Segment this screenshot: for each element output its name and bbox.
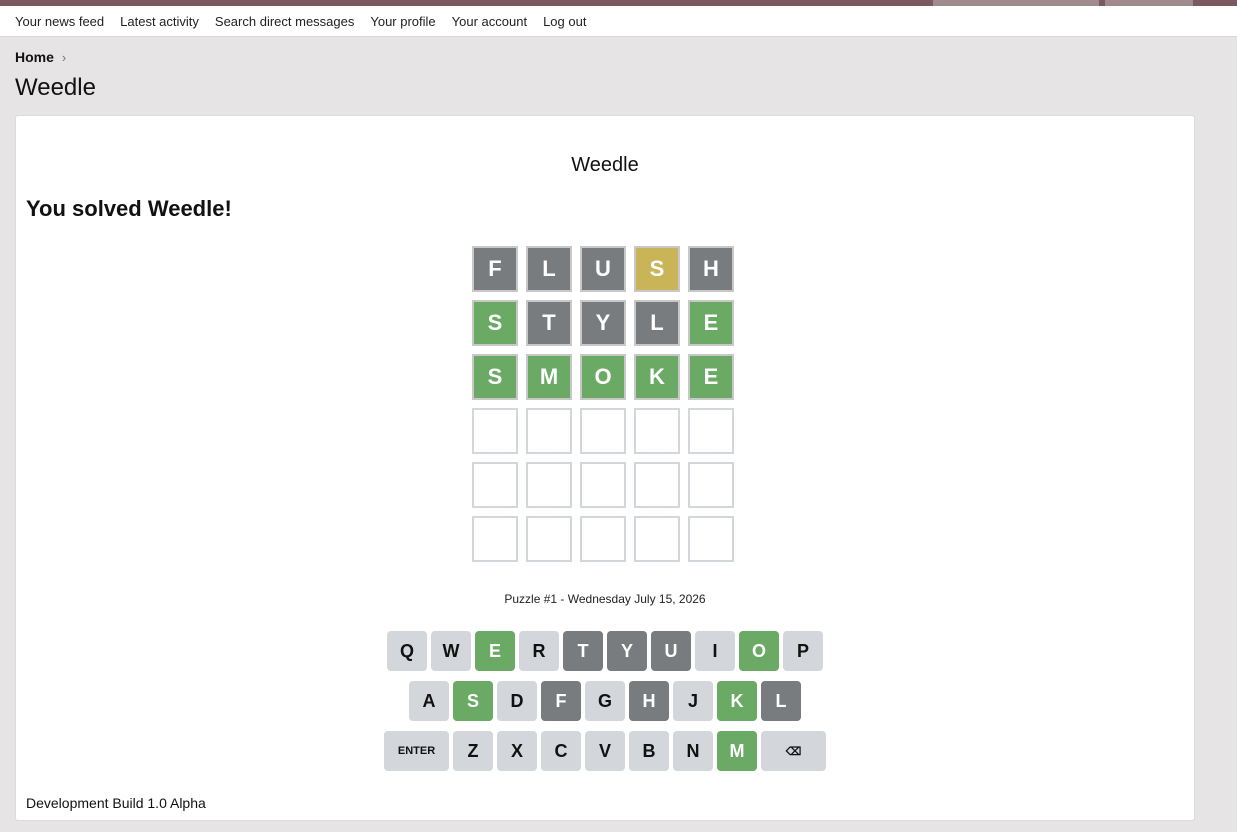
board-tile [526,462,572,508]
top-navigation: Your news feed Latest activity Search di… [0,6,1237,37]
key-x[interactable]: X [497,731,537,771]
board-tile: S [472,354,518,400]
key-m[interactable]: M [717,731,757,771]
board-tile [472,516,518,562]
board-tile [526,516,572,562]
board-tile [580,462,626,508]
board-tile: E [688,354,734,400]
key-v[interactable]: V [585,731,625,771]
breadcrumb: Home › [15,49,66,65]
key-q[interactable]: Q [387,631,427,671]
key-c[interactable]: C [541,731,581,771]
board-tile: S [634,246,680,292]
board-row: STYLE [472,300,742,346]
key-h[interactable]: H [629,681,669,721]
build-label: Development Build 1.0 Alpha [26,795,206,811]
key-y[interactable]: Y [607,631,647,671]
key-o[interactable]: O [739,631,779,671]
key-k[interactable]: K [717,681,757,721]
key-t[interactable]: T [563,631,603,671]
board-row: SMOKE [472,354,742,400]
board-tile: L [526,246,572,292]
game-card: Weedle You solved Weedle! FLUSHSTYLESMOK… [15,115,1195,821]
game-title: Weedle [571,154,639,176]
board-tile [634,462,680,508]
key-a[interactable]: A [409,681,449,721]
key-f[interactable]: F [541,681,581,721]
board-tile: K [634,354,680,400]
board-tile: U [580,246,626,292]
board-tile: M [526,354,572,400]
solved-message: You solved Weedle! [26,196,232,221]
nav-search-direct-messages[interactable]: Search direct messages [215,14,354,29]
key-g[interactable]: G [585,681,625,721]
key-r[interactable]: R [519,631,559,671]
key-z[interactable]: Z [453,731,493,771]
board-row [472,462,742,508]
board-tile [472,462,518,508]
board-tile [472,408,518,454]
key-d[interactable]: D [497,681,537,721]
page-title: Weedle [15,74,96,101]
key-b[interactable]: B [629,731,669,771]
board-tile [526,408,572,454]
key-s[interactable]: S [453,681,493,721]
board-tile: E [688,300,734,346]
nav-latest-activity[interactable]: Latest activity [120,14,199,29]
board-tile [634,408,680,454]
board-row [472,408,742,454]
board-row [472,516,742,562]
nav-your-account[interactable]: Your account [452,14,527,29]
key-i[interactable]: I [695,631,735,671]
on-screen-keyboard: Q W E R T Y U I O P A S D F G H J K L ENTER Z X C V B N M ⌫ [16,631,1194,781]
key-n[interactable]: N [673,731,713,771]
puzzle-label: Puzzle #1 - Wednesday July 15, 2026 [504,592,706,606]
breadcrumb-home[interactable]: Home [15,49,54,65]
board-tile [580,516,626,562]
chevron-right-icon: › [61,49,67,65]
board-tile: L [634,300,680,346]
board-tile [634,516,680,562]
key-e[interactable]: E [475,631,515,671]
board-tile: T [526,300,572,346]
board-tile: H [688,246,734,292]
game-board: FLUSHSTYLESMOKE [472,246,742,570]
nav-log-out[interactable]: Log out [543,14,586,29]
nav-your-profile[interactable]: Your profile [370,14,435,29]
keyboard-row: QWERTYUIOP [16,631,1194,671]
key-u[interactable]: U [651,631,691,671]
board-tile [688,516,734,562]
keyboard-row: ENTER Z X C V B N M ⌫ [16,731,1194,771]
board-row: FLUSH [472,246,742,292]
key-j[interactable]: J [673,681,713,721]
keyboard-row: ASDFGHJKL [16,681,1194,721]
board-tile [688,408,734,454]
board-tile: O [580,354,626,400]
board-tile [688,462,734,508]
enter-key[interactable]: ENTER [384,731,449,771]
key-w[interactable]: W [431,631,471,671]
backspace-icon[interactable]: ⌫ [761,731,826,771]
board-tile: F [472,246,518,292]
key-l[interactable]: L [761,681,801,721]
board-tile: S [472,300,518,346]
board-tile: Y [580,300,626,346]
key-p[interactable]: P [783,631,823,671]
nav-news-feed[interactable]: Your news feed [15,14,104,29]
board-tile [580,408,626,454]
